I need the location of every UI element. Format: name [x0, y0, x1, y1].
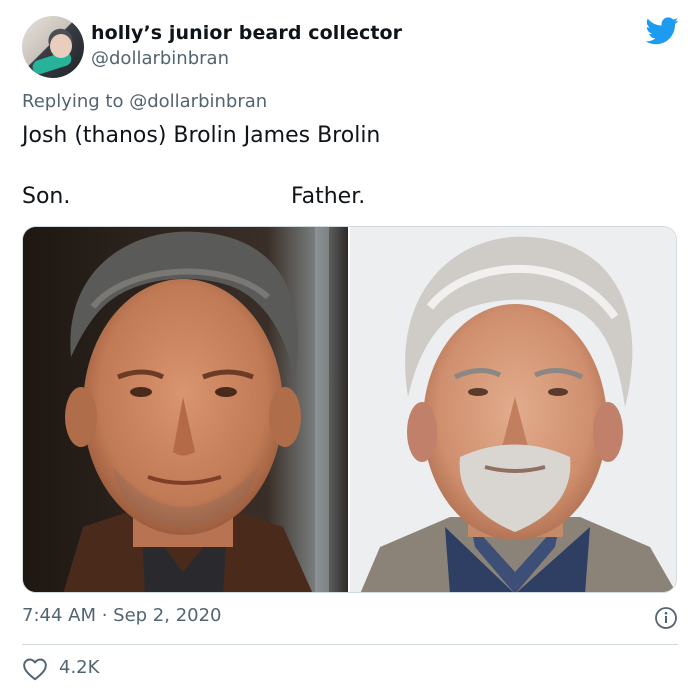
- label-son: Son.: [22, 184, 71, 209]
- avatar-face: [50, 34, 72, 58]
- reply-mention-link[interactable]: @dollarbinbran: [129, 91, 267, 112]
- heart-icon[interactable]: [22, 657, 48, 681]
- like-count[interactable]: 4.2K: [59, 657, 99, 678]
- twitter-bird-icon[interactable]: [646, 17, 679, 45]
- replying-to: Replying to @dollarbinbran: [22, 91, 267, 112]
- photo-son[interactable]: [23, 227, 348, 592]
- media-grid: [22, 226, 677, 593]
- tweet-text: Josh (thanos) Brolin James Brolin: [22, 123, 381, 148]
- photo-father[interactable]: [350, 227, 676, 592]
- divider: [22, 644, 678, 645]
- avatar[interactable]: [22, 16, 84, 78]
- user-handle[interactable]: @dollarbinbran: [91, 48, 229, 69]
- tweet-timestamp[interactable]: 7:44 AM · Sep 2, 2020: [22, 605, 222, 626]
- replying-prefix: Replying to: [22, 91, 130, 112]
- label-father: Father.: [291, 184, 366, 209]
- info-icon[interactable]: [654, 606, 678, 630]
- display-name[interactable]: holly’s junior beard collector: [91, 22, 402, 44]
